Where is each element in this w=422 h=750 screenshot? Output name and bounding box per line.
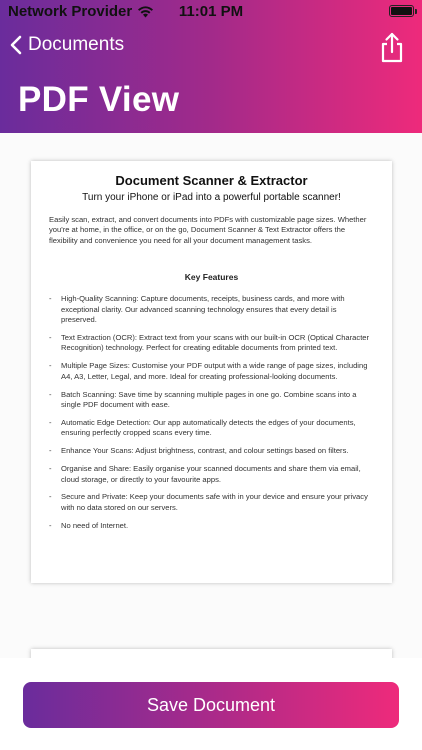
feature-list: High-Quality Scanning: Capture documents… xyxy=(49,294,374,531)
share-icon xyxy=(381,32,403,63)
document-subtitle: Turn your iPhone or iPad into a powerful… xyxy=(82,192,341,203)
wifi-icon xyxy=(138,5,154,17)
feature-item: Text Extraction (OCR): Extract text from… xyxy=(49,333,374,354)
save-document-button[interactable]: Save Document xyxy=(23,682,399,728)
back-label: Documents xyxy=(28,34,125,55)
key-features-title: Key Features xyxy=(184,272,239,283)
share-button[interactable] xyxy=(378,32,406,64)
pdf-page: Document Scanner & Extractor Turn your i… xyxy=(31,161,392,583)
feature-item: Automatic Edge Detection: Our app automa… xyxy=(49,418,374,439)
document-title: Document Scanner & Extractor xyxy=(115,173,308,188)
nav-bar: Documents xyxy=(0,30,422,66)
battery-fill xyxy=(391,7,412,15)
feature-item: Batch Scanning: Save time by scanning mu… xyxy=(49,390,374,411)
pdf-page-next xyxy=(31,649,392,658)
feature-item: Multiple Page Sizes: Customise your PDF … xyxy=(49,361,374,382)
footer: Save Document xyxy=(0,658,422,750)
carrier: Network Provider xyxy=(8,3,154,20)
chevron-left-icon xyxy=(10,35,22,55)
feature-item: Organise and Share: Easily organise your… xyxy=(49,464,374,485)
feature-item: Secure and Private: Keep your documents … xyxy=(49,492,374,513)
status-bar: Network Provider 11:01 PM xyxy=(0,0,422,26)
back-button[interactable]: Documents xyxy=(10,34,124,56)
document-intro: Easily scan, extract, and convert docume… xyxy=(49,215,367,245)
page-title: PDF View xyxy=(18,80,180,119)
header: Network Provider 11:01 PM Documents PDF … xyxy=(0,0,422,133)
feature-item: High-Quality Scanning: Capture documents… xyxy=(49,294,374,325)
battery-icon xyxy=(389,5,417,17)
carrier-label: Network Provider xyxy=(8,3,133,20)
feature-item: Enhance Your Scans: Adjust brightness, c… xyxy=(49,446,374,457)
feature-item: No need of Internet. xyxy=(49,521,374,532)
pdf-viewer[interactable]: Document Scanner & Extractor Turn your i… xyxy=(0,133,422,658)
